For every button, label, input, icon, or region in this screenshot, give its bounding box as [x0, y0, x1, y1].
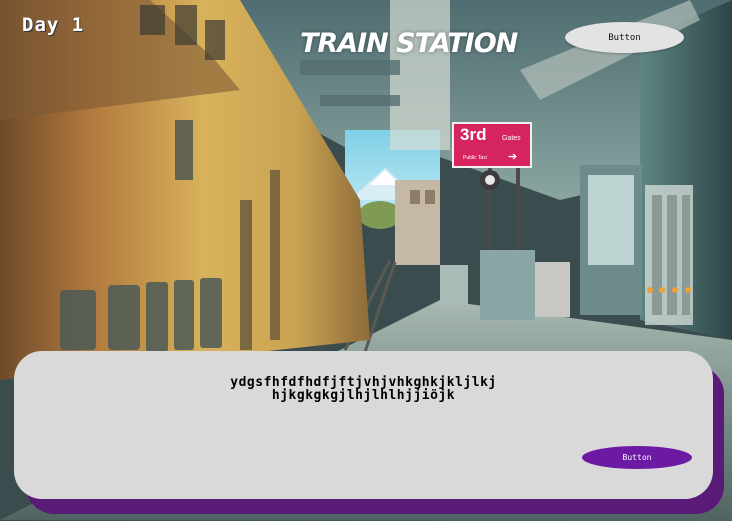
top-right-button[interactable]: Button [565, 22, 684, 53]
gates-sign: 3rd Gates Public Taxi ➔ [452, 122, 532, 168]
dialog-box [14, 351, 713, 499]
gates-sign-sub: Public Taxi [463, 155, 487, 161]
gates-sign-word: Gates [502, 135, 521, 142]
gates-sign-number: 3rd [460, 125, 487, 144]
scene-title: TRAIN STATION [300, 28, 518, 59]
arrow-right-icon: ➔ [508, 151, 518, 163]
dialog-line-2: hjkgkgkgjlhjlhlhjjiöjk [271, 388, 456, 403]
dialog-text: ydgsfhfdfhdfjftjvhjvhkghkjkljlkj hjkgkgk… [14, 376, 713, 402]
dialog-button[interactable]: Button [582, 446, 692, 469]
day-counter: Day 1 [22, 14, 85, 36]
